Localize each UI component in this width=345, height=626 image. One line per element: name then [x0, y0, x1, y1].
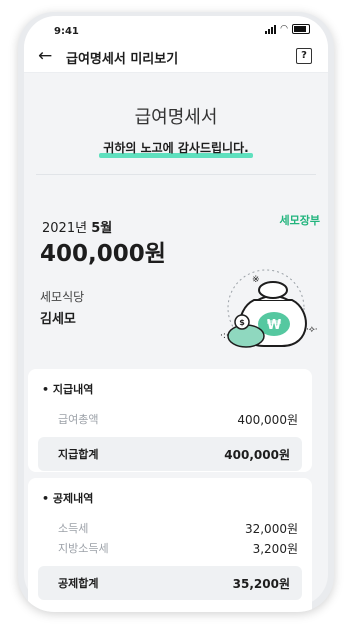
back-arrow-icon[interactable]: ←: [38, 46, 52, 66]
app-bar: ← 급여명세서 미리보기 ?: [24, 42, 328, 73]
svg-text:·⟡·: ·⟡·: [306, 325, 318, 335]
payment-section-title: • 지급내역: [42, 383, 94, 396]
deduction-row-label: 지방소득세: [58, 542, 109, 555]
svg-text:·:·: ·:·: [220, 331, 229, 341]
money-bag-piggy-illustration: ₩ $ ·:· ·⟡· ※: [220, 269, 318, 348]
deduction-card: • 공제내역 소득세 32,000원 지방소득세 3,200원 공제합계 35,…: [28, 478, 312, 612]
page-title: 급여명세서 미리보기: [66, 52, 179, 67]
deduction-row-label: 소득세: [58, 522, 89, 535]
svg-text:$: $: [239, 318, 245, 327]
payment-section-label: 지급내역: [52, 383, 94, 396]
payment-row-value: 400,000원: [237, 412, 298, 427]
divider: [36, 174, 316, 175]
deduction-total-label: 공제합계: [58, 577, 99, 590]
employee-name: 김세모: [40, 312, 76, 327]
deduction-section-title: • 공제내역: [42, 492, 94, 505]
deduction-row: 소득세 32,000원: [28, 518, 312, 538]
status-bar: 9:41 ◠: [24, 16, 328, 42]
deduction-section-label: 공제내역: [52, 492, 94, 505]
status-icons: ◠: [265, 24, 310, 34]
payment-total-value: 400,000원: [224, 447, 290, 462]
payslip-title: 급여명세서: [134, 107, 218, 128]
svg-text:※: ※: [252, 275, 260, 285]
store-name: 세모식당: [40, 290, 85, 304]
help-icon[interactable]: ?: [296, 48, 312, 64]
status-time: 9:41: [54, 26, 79, 37]
payment-total-label: 지급합계: [58, 448, 99, 461]
deduction-total-value: 35,200원: [232, 576, 290, 591]
battery-icon: [292, 24, 310, 34]
payment-total: 지급합계 400,000원: [38, 437, 302, 471]
deduction-row-value: 3,200원: [252, 541, 298, 556]
wifi-icon: ◠: [280, 24, 288, 34]
payment-row: 급여총액 400,000원: [28, 409, 312, 429]
payment-card: • 지급내역 급여총액 400,000원 지급합계 400,000원: [28, 369, 312, 472]
brand-logo: 세모장부: [279, 214, 320, 227]
payslip-headline: 급여명세서 귀하의 노고에 감사드립니다.: [24, 73, 328, 158]
phone-frame: 9:41 ◠ ← 급여명세서 미리보기 ? 급여명세서 귀하의 노고에 감사드립…: [18, 12, 334, 612]
deduction-row: 지방소득세 3,200원: [28, 538, 312, 558]
deduction-row-value: 32,000원: [244, 521, 298, 536]
svg-text:₩: ₩: [267, 318, 282, 333]
signal-icon: [265, 25, 277, 34]
net-amount: 400,000원: [40, 241, 166, 267]
thanks-message: 귀하의 노고에 감사드립니다.: [99, 139, 254, 158]
deduction-total: 공제합계 35,200원: [38, 566, 302, 600]
thanks-message-text: 귀하의 노고에 감사드립니다.: [103, 141, 249, 155]
payment-row-label: 급여총액: [58, 413, 99, 426]
